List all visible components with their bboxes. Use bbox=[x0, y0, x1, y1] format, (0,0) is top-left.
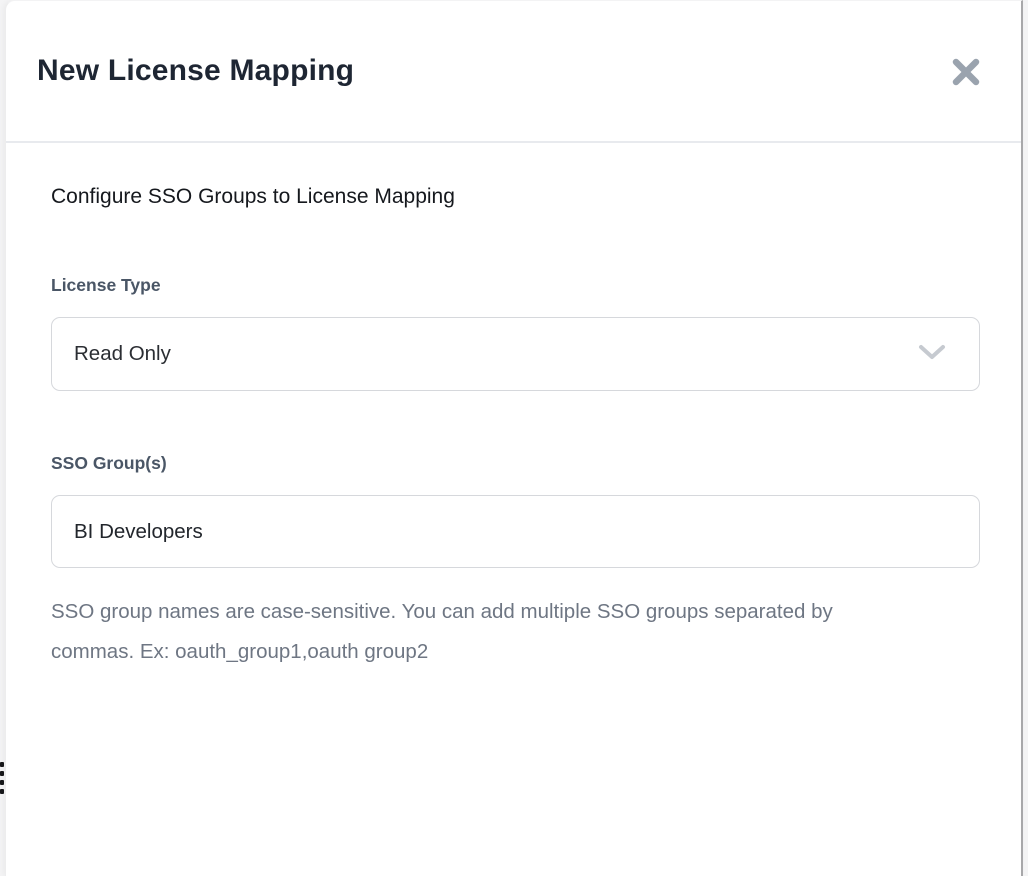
sso-groups-help-text: SSO group names are case-sensitive. You … bbox=[51, 592, 891, 672]
modal-title: New License Mapping bbox=[37, 54, 354, 88]
list-dash bbox=[0, 762, 4, 767]
license-type-field: License Type Read Only bbox=[51, 275, 980, 391]
license-type-label: License Type bbox=[51, 275, 980, 296]
list-dash bbox=[0, 789, 4, 794]
x-close-icon bbox=[951, 75, 981, 90]
sso-groups-label: SSO Group(s) bbox=[51, 453, 980, 474]
configure-heading: Configure SSO Groups to License Mapping bbox=[51, 185, 980, 209]
license-type-selected-value: Read Only bbox=[74, 342, 171, 366]
sso-groups-field: SSO Group(s) SSO group names are case-se… bbox=[51, 453, 980, 672]
close-button[interactable] bbox=[945, 51, 987, 93]
list-dash bbox=[0, 771, 4, 776]
chevron-down-icon bbox=[917, 343, 947, 366]
license-type-select[interactable]: Read Only bbox=[51, 317, 980, 391]
modal-header: New License Mapping bbox=[6, 1, 1021, 143]
background-list-icon bbox=[0, 762, 4, 798]
sso-groups-input[interactable] bbox=[51, 495, 980, 568]
modal-body: Configure SSO Groups to License Mapping … bbox=[6, 143, 1021, 672]
new-license-mapping-modal: New License Mapping Configure SSO Groups… bbox=[5, 0, 1023, 876]
list-dash bbox=[0, 780, 4, 785]
